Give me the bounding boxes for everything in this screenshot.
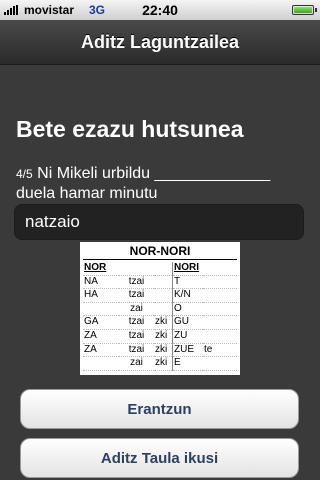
table-row: ZA tzai zki ZU — [83, 329, 237, 344]
answer-input[interactable] — [14, 204, 304, 240]
table-cell: ZA — [83, 343, 119, 358]
table-row: HA tzai K/N — [83, 288, 237, 303]
table-row: NA tzai T — [83, 275, 237, 290]
answer-button[interactable]: Erantzun — [20, 389, 299, 429]
table-cell — [154, 275, 173, 290]
conjugation-table: NOR NORI NA tzai T HA tzai K/N zai O GA tzai zki GU ZA… — [83, 262, 237, 371]
table-cell: K/N — [172, 288, 203, 303]
table-header-cell — [119, 262, 154, 276]
table-row: zai O — [83, 302, 237, 317]
question-number: 4/5 — [16, 167, 33, 181]
table-cell — [203, 356, 237, 371]
table-cell — [83, 356, 119, 371]
table-cell: E — [172, 356, 203, 371]
table-cell — [154, 302, 173, 317]
table-cell — [203, 315, 237, 330]
table-cell: GA — [83, 315, 119, 330]
table-cell — [154, 288, 173, 303]
table-row: ZA tzai zki ZUE te — [83, 343, 237, 358]
table-cell: zki — [154, 343, 173, 358]
table-cell — [203, 275, 237, 290]
table-cell: tzai — [119, 343, 154, 358]
table-cell: tzai — [119, 288, 154, 303]
table-row: GA tzai zki GU — [83, 315, 237, 330]
table-header-cell — [154, 262, 173, 276]
nor-nori-table: NOR-NORI NOR NORI NA tzai T HA tzai K/N zai O GA tz… — [80, 242, 240, 375]
table-cell: tzai — [119, 315, 154, 330]
table-cell: ZU — [172, 329, 203, 344]
table-cell — [203, 302, 237, 317]
table-cell: zai — [119, 356, 154, 371]
table-cell: zai — [119, 302, 154, 317]
question-text: Ni Mikeli urbildu _____________ duela ha… — [16, 165, 271, 202]
table-cell: O — [172, 302, 203, 317]
table-cell: zki — [154, 315, 173, 330]
view-table-button[interactable]: Aditz Taula ikusi — [20, 438, 299, 478]
exercise-heading: Bete ezazu hutsunea — [16, 116, 244, 142]
table-header-row: NOR NORI — [83, 262, 237, 276]
table-cell: te — [203, 343, 237, 358]
status-time: 22:40 — [142, 2, 178, 18]
battery-icon — [292, 5, 317, 15]
status-bar: movistar 3G 22:40 — [0, 0, 320, 20]
table-cell — [203, 329, 237, 344]
table-cell: zki — [154, 356, 173, 371]
table-cell: HA — [83, 288, 119, 303]
table-cell: ZUE — [172, 343, 203, 358]
table-cell: T — [172, 275, 203, 290]
question: 4/5 Ni Mikeli urbildu _____________ duel… — [16, 164, 308, 204]
table-header-cell — [203, 262, 237, 276]
table-cell: zki — [154, 329, 173, 344]
table-title: NOR-NORI — [83, 243, 237, 260]
table-cell: GU — [172, 315, 203, 330]
table-cell: tzai — [119, 275, 154, 290]
table-cell: tzai — [119, 329, 154, 344]
table-row: zai zki E — [83, 356, 237, 371]
navigation-bar: Aditz Laguntzailea — [0, 20, 320, 65]
table-cell — [83, 302, 119, 317]
table-header-cell: NOR — [83, 262, 119, 276]
table-cell — [203, 288, 237, 303]
table-cell: ZA — [83, 329, 119, 344]
table-header-cell: NORI — [172, 262, 203, 276]
table-cell: NA — [83, 275, 119, 290]
page-title: Aditz Laguntzailea — [80, 32, 239, 52]
